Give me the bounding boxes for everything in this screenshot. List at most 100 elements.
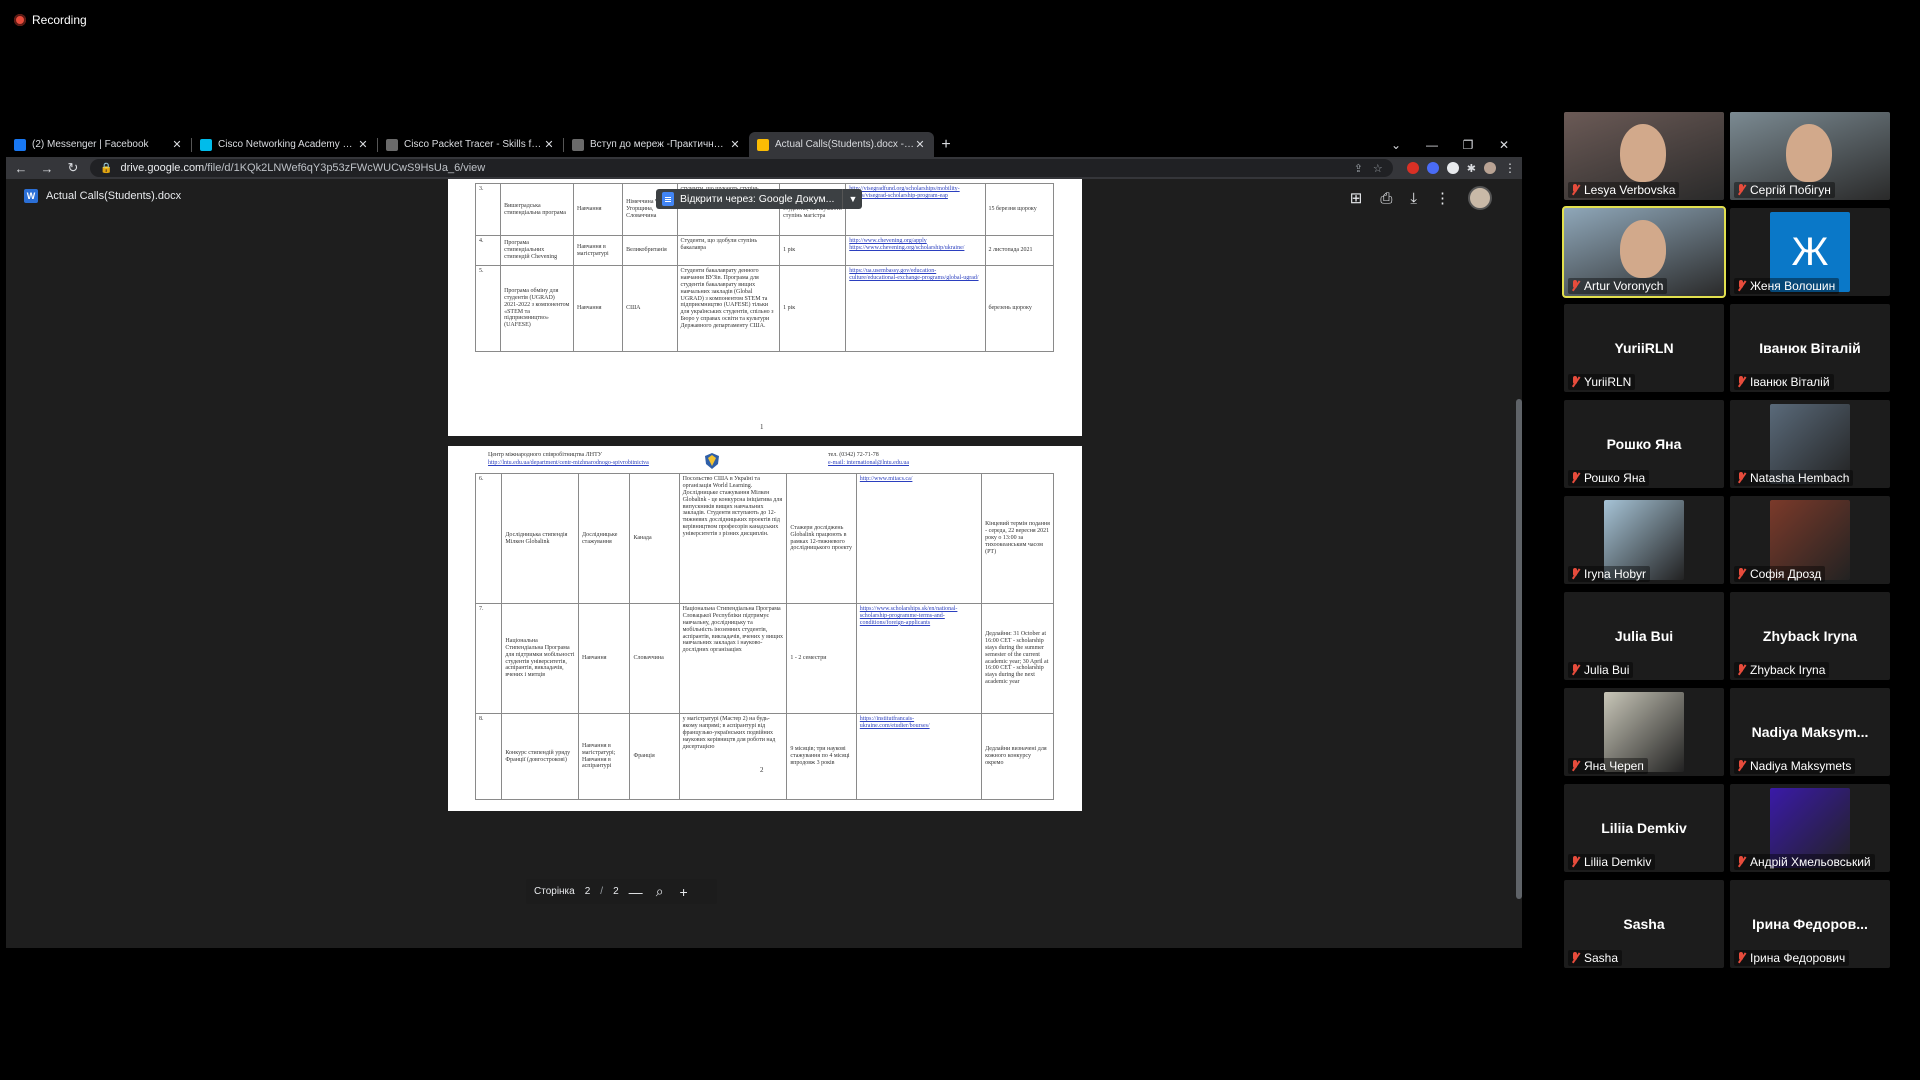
table-cell-num: 3. [474,183,502,236]
mic-muted-icon [1570,472,1580,484]
participant-name-label: Liliia Demkiv [1568,854,1656,870]
mic-muted-icon [1736,376,1746,388]
participant-tile[interactable]: Іванюк Віталій Іванюк Віталій [1730,304,1890,392]
participant-display-name: Julia Bui [1614,628,1674,644]
participant-tile[interactable]: Nadiya Maksym... Nadiya Maksymets [1730,688,1890,776]
tab-title: Cisco Networking Academy Buil... [218,139,357,150]
tab-search-icon[interactable]: ⌄ [1378,138,1414,152]
zoom-icon[interactable]: ⌕ [653,883,667,900]
download-icon[interactable]: ⤓ [1410,190,1417,207]
browser-tab[interactable]: (2) Messenger | Facebook ✕ [6,132,191,157]
viewer-scrollbar[interactable] [1516,399,1522,899]
new-tab-button[interactable]: + [934,132,958,157]
table-cell-deadline: Дедлайни: 31 October at 16:00 CET - scho… [981,603,1054,714]
participant-name: Natasha Hembach [1750,471,1850,485]
browser-tab[interactable]: Cisco Packet Tracer - Skills for All ✕ [378,132,563,157]
close-tab-icon[interactable]: ✕ [729,138,741,151]
participant-tile[interactable]: Lesya Verbovska [1564,112,1724,200]
extension-cloud-icon[interactable] [1446,162,1459,174]
participant-tile[interactable]: Сергій Побігун [1730,112,1890,200]
open-with-dropdown-icon[interactable]: ▼ [842,189,862,209]
table-cell-program: Національна Стипендіальна Програма для п… [501,603,579,714]
back-button[interactable]: ← [12,161,30,176]
table-cell-program: Програма стипендіальних стипендій Cheven… [500,235,575,266]
table-cell-link[interactable]: https://ua.usembassy.gov/education-cultu… [845,265,986,352]
add-comment-icon[interactable]: ⊞ [1350,189,1363,207]
restore-button[interactable]: ❐ [1450,138,1486,152]
participant-tile[interactable]: Ж Женя Волошин [1730,208,1890,296]
participant-display-name: Іванюк Віталій [1759,340,1861,356]
page-number: 1 [760,423,764,431]
participant-name-label: Рошко Яна [1568,470,1650,486]
participant-tile[interactable]: Яна Череп [1564,688,1724,776]
browser-tab[interactable]: Вступ до мереж -Практичне за... ✕ [564,132,749,157]
zoom-in-button[interactable]: + [677,884,691,900]
close-tab-icon[interactable]: ✕ [914,138,926,151]
browser-tab[interactable]: Actual Calls(Students).docx - Goo...✕ [749,132,934,157]
participant-tile[interactable]: Ірина Федоров... Ірина Федорович [1730,880,1890,968]
profile-avatar[interactable] [1484,162,1496,174]
participant-tile[interactable]: Рошко Яна Рошко Яна [1564,400,1724,488]
participant-face [1620,124,1666,182]
participant-name: Nadiya Maksymets [1750,759,1852,773]
current-page-input[interactable]: 2 [585,886,591,897]
minimize-button[interactable]: — [1414,138,1450,152]
participant-tile[interactable]: Софія Дрозд [1730,496,1890,584]
viewer-actions: ⊞ ⎙ ⤓ ⋮ [1350,186,1492,210]
table-cell-country: Канада [629,473,680,604]
table-cell-link[interactable]: http://www.chevening.org/apply https://w… [845,235,986,266]
participant-name: Женя Волошин [1750,279,1836,293]
participant-face [1786,124,1832,182]
table-cell-type: Навчання [573,183,624,236]
participant-display-name: Zhyback Iryna [1762,628,1858,644]
participant-tile[interactable]: Iryna Hobyr [1564,496,1724,584]
browser-toolbar: ← → ↻ 🔒 drive.google.com/file/d/1KQk2LNW… [6,157,1522,179]
open-with-label: Відкрити через: Google Докум... [680,193,835,205]
forward-button[interactable]: → [38,161,56,176]
participant-display-name: Рошко Яна [1606,436,1682,452]
zoom-out-button[interactable]: — [629,884,643,900]
account-avatar[interactable] [1468,186,1492,210]
participant-tile[interactable]: Julia Bui Julia Bui [1564,592,1724,680]
close-tab-icon[interactable]: ✕ [171,138,183,151]
participant-name: Iryna Hobyr [1584,567,1647,581]
participant-face [1620,220,1666,278]
participant-name: YuriiRLN [1584,375,1632,389]
table-cell-type: Дослідницьке стажування [577,473,631,604]
close-window-button[interactable]: ✕ [1486,138,1522,152]
close-tab-icon[interactable]: ✕ [357,138,369,151]
address-bar[interactable]: 🔒 drive.google.com/file/d/1KQk2LNWef6qY3… [90,159,1393,177]
page-number: 2 [760,766,764,774]
table-cell-link[interactable]: https://institutfrancais-ukraine.com/etu… [855,713,983,800]
participant-tile[interactable]: Андрій Хмельовський [1730,784,1890,872]
extension-red-icon[interactable] [1406,162,1419,174]
reload-button[interactable]: ↻ [64,160,82,176]
participant-tile[interactable]: YuriiRLN YuriiRLN [1564,304,1724,392]
participant-name-label: Сергій Побігун [1734,182,1835,198]
share-icon[interactable]: ⇪ [1354,162,1363,175]
participant-name: Artur Voronych [1584,279,1664,293]
participant-tile[interactable]: Liliia Demkiv Liliia Demkiv [1564,784,1724,872]
table-cell-num: 7. [474,603,503,714]
open-with-button[interactable]: Відкрити через: Google Докум... ▼ [656,189,863,209]
participant-tile[interactable]: Natasha Hembach [1730,400,1890,488]
table-row: 8. Конкурс стипендій уряду Франції (довго… [474,713,1054,800]
participant-name-label: Sasha [1568,950,1623,966]
extension-blue-icon[interactable] [1426,162,1439,174]
print-icon[interactable]: ⎙ [1380,190,1392,207]
table-cell-link[interactable]: https://www.scholarships.sk/en/national-… [855,603,983,714]
extensions-puzzle-icon[interactable]: ✱ [1467,162,1476,175]
table-cell-link[interactable]: http://visegradfund.org/scholarships/mob… [845,183,986,236]
browser-menu-icon[interactable]: ⋮ [1504,161,1516,175]
close-tab-icon[interactable]: ✕ [543,138,555,151]
participant-tile[interactable]: Zhyback Iryna Zhyback Iryna [1730,592,1890,680]
participant-tile[interactable]: Sasha Sasha [1564,880,1724,968]
table-cell-term: 1 рік [779,265,847,352]
participant-tile[interactable]: Artur Voronych [1562,206,1726,298]
more-options-icon[interactable]: ⋮ [1435,189,1450,207]
browser-tab[interactable]: Cisco Networking Academy Buil... ✕ [192,132,377,157]
table-cell-deadline: березень щороку [984,265,1055,352]
table-cell-link[interactable]: http://www.mitacs.ca/ [855,473,983,604]
bookmark-star-icon[interactable]: ☆ [1373,162,1383,175]
table-cell-program: Дослідницька стипендія Мілкен Globalink [501,473,579,604]
